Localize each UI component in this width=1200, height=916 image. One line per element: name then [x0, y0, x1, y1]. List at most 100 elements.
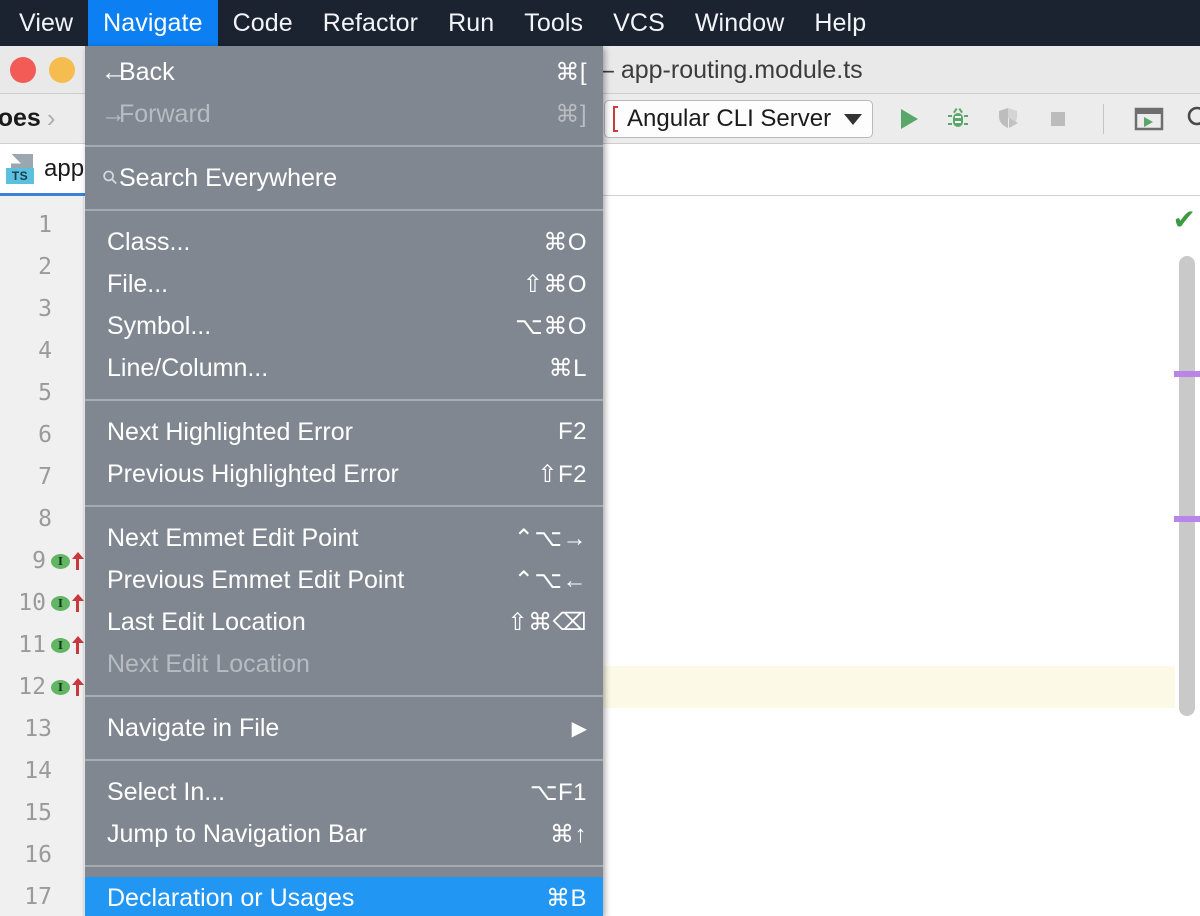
- inspection-ok-icon[interactable]: ✔: [1173, 206, 1196, 234]
- gutter-line[interactable]: 12I: [0, 666, 84, 708]
- menu-item-label: Select In...: [107, 778, 225, 807]
- close-window-button[interactable]: [10, 57, 36, 83]
- chevron-down-icon[interactable]: [844, 114, 862, 125]
- run-configuration-label: Angular CLI Server: [627, 105, 831, 133]
- menu-item-back[interactable]: ←Back⌘[: [85, 51, 603, 93]
- menu-item-previous-emmet-edit-point[interactable]: Previous Emmet Edit Point⌃⌥←: [85, 559, 603, 601]
- line-number: 10: [0, 590, 46, 616]
- debug-button[interactable]: [943, 104, 973, 134]
- implemented-interface-icon[interactable]: I: [51, 680, 70, 695]
- stop-button[interactable]: [1043, 104, 1073, 134]
- gutter-line[interactable]: 15: [0, 792, 84, 834]
- minimize-window-button[interactable]: [49, 57, 75, 83]
- menubar-item-vcs[interactable]: VCS: [598, 0, 680, 46]
- gutter-line[interactable]: 5: [0, 372, 84, 414]
- gutter-line[interactable]: 16: [0, 834, 84, 876]
- gutter-line[interactable]: 6: [0, 414, 84, 456]
- menubar-item-help[interactable]: Help: [799, 0, 881, 46]
- menu-group: Search Everywhere: [85, 152, 603, 204]
- menu-item-navigate-in-file[interactable]: Navigate in File▶: [85, 707, 603, 749]
- line-number: 16: [0, 842, 52, 868]
- gutter-line[interactable]: 14: [0, 750, 84, 792]
- gutter-markers[interactable]: I: [51, 678, 84, 696]
- implemented-interface-icon[interactable]: I: [51, 638, 70, 653]
- search-icon: [85, 165, 119, 191]
- menu-group: Class...⌘OFile...⇧⌘OSymbol...⌥⌘OLine/Col…: [85, 216, 603, 394]
- menu-item-symbol[interactable]: Symbol...⌥⌘O: [85, 305, 603, 347]
- gutter-line[interactable]: 3: [0, 288, 84, 330]
- gutter-line[interactable]: 7: [0, 456, 84, 498]
- gutter-markers[interactable]: I: [51, 552, 84, 570]
- usage-marker-icon[interactable]: [1174, 516, 1200, 522]
- overriding-method-icon[interactable]: [72, 552, 84, 570]
- gutter-line[interactable]: 13: [0, 708, 84, 750]
- menu-item-select-in[interactable]: Select In...⌥F1: [85, 771, 603, 813]
- menu-item-label: File...: [107, 270, 168, 299]
- line-number: 5: [0, 380, 52, 406]
- menu-item-label: Declaration or Usages: [107, 884, 354, 913]
- menubar-item-window[interactable]: Window: [680, 0, 800, 46]
- line-number: 7: [0, 464, 52, 490]
- implemented-interface-icon[interactable]: I: [51, 596, 70, 611]
- overriding-method-icon[interactable]: [72, 636, 84, 654]
- menubar-item-code[interactable]: Code: [218, 0, 308, 46]
- menu-item-jump-to-navigation-bar[interactable]: Jump to Navigation Bar⌘↑: [85, 813, 603, 855]
- menu-item-shortcut: ⌘B: [546, 884, 587, 913]
- run-with-coverage-button[interactable]: [993, 104, 1023, 134]
- gutter-line[interactable]: 10 I: [0, 582, 84, 624]
- menu-item-next-emmet-edit-point[interactable]: Next Emmet Edit Point⌃⌥→: [85, 517, 603, 559]
- window-controls[interactable]: [0, 57, 75, 83]
- breadcrumb-item[interactable]: roes: [0, 104, 41, 133]
- main-menu-bar[interactable]: ViewNavigateCodeRefactorRunToolsVCSWindo…: [0, 0, 1200, 46]
- editor-gutter[interactable]: 123456789I10I11I12I1314151617: [0, 196, 84, 916]
- gutter-markers[interactable]: I: [51, 636, 84, 654]
- menu-item-class[interactable]: Class...⌘O: [85, 221, 603, 263]
- line-number: 2: [0, 254, 52, 280]
- ts-badge-label: TS: [6, 168, 34, 184]
- menu-item-label: Line/Column...: [107, 354, 268, 383]
- implemented-interface-icon[interactable]: I: [51, 554, 70, 569]
- navigate-menu-dropdown[interactable]: ←Back⌘[→Forward⌘] Search Everywhere Class.…: [85, 46, 603, 916]
- menubar-item-navigate[interactable]: Navigate: [88, 0, 217, 46]
- menubar-item-view[interactable]: View: [4, 0, 88, 46]
- menu-group: Next Highlighted ErrorF2Previous Highlig…: [85, 406, 603, 500]
- menu-separator: [85, 505, 603, 507]
- line-number: 17: [0, 884, 52, 910]
- menubar-item-run[interactable]: Run: [433, 0, 509, 46]
- scrollbar-thumb[interactable]: [1179, 256, 1195, 716]
- menu-item-search-everywhere[interactable]: Search Everywhere: [85, 157, 603, 199]
- overriding-method-icon[interactable]: [72, 594, 84, 612]
- gutter-line[interactable]: 11I: [0, 624, 84, 666]
- menu-separator: [85, 759, 603, 761]
- gutter-line[interactable]: 8: [0, 498, 84, 540]
- editor-tab-app-routing[interactable]: TS app: [0, 144, 94, 196]
- menu-item-last-edit-location[interactable]: Last Edit Location⇧⌘⌫: [85, 601, 603, 643]
- typescript-file-icon: TS: [6, 154, 36, 184]
- menu-item-file[interactable]: File...⇧⌘O: [85, 263, 603, 305]
- gutter-line[interactable]: 17: [0, 876, 84, 916]
- gutter-markers[interactable]: I: [51, 594, 84, 612]
- menu-item-forward[interactable]: →Forward⌘]: [85, 93, 603, 135]
- run-configuration-selector[interactable]: Angular CLI Server: [604, 100, 873, 138]
- menu-item-declaration-or-usages[interactable]: Declaration or Usages ⌘B: [85, 877, 603, 916]
- gutter-line[interactable]: 4: [0, 330, 84, 372]
- menu-item-next-highlighted-error[interactable]: Next Highlighted ErrorF2: [85, 411, 603, 453]
- menu-item-label: Search Everywhere: [119, 164, 337, 193]
- run-button[interactable]: [893, 104, 923, 134]
- menu-item-next-edit-location[interactable]: Next Edit Location: [85, 643, 603, 685]
- menu-item-line-column[interactable]: Line/Column...⌘L: [85, 347, 603, 389]
- menubar-item-refactor[interactable]: Refactor: [308, 0, 433, 46]
- menu-item-label: Jump to Navigation Bar: [107, 820, 367, 849]
- menu-item-previous-highlighted-error[interactable]: Previous Highlighted Error⇧F2: [85, 453, 603, 495]
- search-icon[interactable]: [1184, 104, 1200, 134]
- menubar-item-tools[interactable]: Tools: [509, 0, 598, 46]
- line-number: 8: [0, 506, 52, 532]
- overriding-method-icon[interactable]: [72, 678, 84, 696]
- gutter-line[interactable]: 9I: [0, 540, 84, 582]
- gutter-line[interactable]: 1: [0, 204, 84, 246]
- usage-marker-icon[interactable]: [1174, 371, 1200, 377]
- arrow-right-icon: →: [85, 100, 119, 129]
- terminal-button[interactable]: [1134, 104, 1164, 134]
- editor-scrollbar-column[interactable]: ✔: [1174, 196, 1200, 916]
- gutter-line[interactable]: 2: [0, 246, 84, 288]
